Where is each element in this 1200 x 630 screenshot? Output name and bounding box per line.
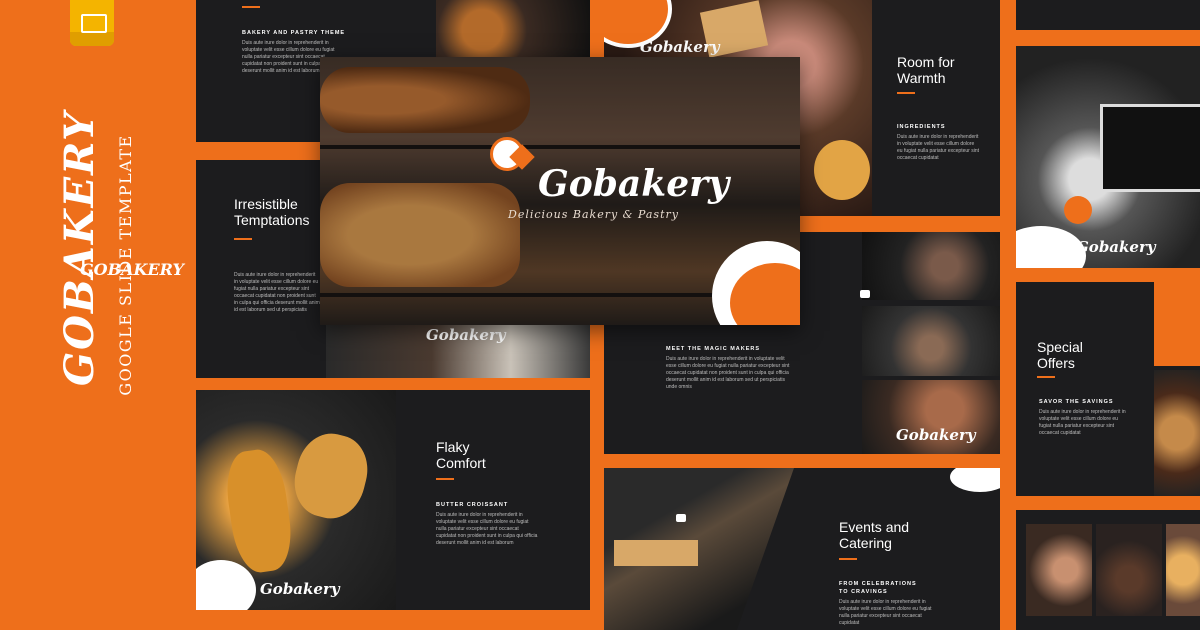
- cake-icon: [676, 514, 686, 522]
- events-label-1: FROM CELEBRATIONS: [839, 581, 917, 587]
- theme-label: BAKERY AND PASTRY THEME: [242, 30, 346, 36]
- accent-dash: [234, 238, 252, 240]
- dessert-photo: [1154, 370, 1200, 496]
- brand-subtitle: GOOGLE SLIDE TEMPLATE: [116, 134, 135, 396]
- cover-slide: Gobakery Delicious Bakery & Pastry: [320, 57, 800, 325]
- irresistible-title-1: Irresistible: [234, 196, 298, 212]
- google-slides-icon: [70, 0, 114, 46]
- slide-coffee: [1016, 510, 1200, 630]
- room-label: INGREDIENTS: [897, 124, 946, 130]
- special-text: Duis aute irure dolor in reprehenderit i…: [1039, 409, 1126, 436]
- events-text: Duis aute irure dolor in reprehenderit i…: [839, 599, 932, 626]
- makers-text: Duis aute irure dolor in reprehenderit i…: [666, 356, 790, 390]
- special-label: SAVOR THE SAVINGS: [1039, 399, 1114, 405]
- special-title-2: Offers: [1037, 355, 1075, 371]
- hand-photo: [1026, 524, 1092, 616]
- slide-special: Special Offers SAVOR THE SAVINGS Duis au…: [1016, 282, 1200, 496]
- slide-wordmark: Gobakery: [1076, 238, 1156, 256]
- coffee-photo: [1096, 524, 1162, 616]
- slide-device-top: [1016, 0, 1200, 30]
- flaky-label: BUTTER CROISSANT: [436, 502, 509, 508]
- events-label-2: TO CRAVINGS: [839, 589, 888, 595]
- accent-dash: [1037, 376, 1055, 378]
- waffle-photo: [1166, 524, 1200, 616]
- slide-wordmark: Gobakery: [640, 38, 720, 56]
- white-wave: [950, 468, 1000, 492]
- brand-title-text: GOBAKERY: [56, 110, 103, 386]
- slide-wordmark: Gobakery: [426, 326, 506, 344]
- brand-title-rotated: GOBAKERY: [56, 110, 103, 386]
- orange-ball: [1064, 196, 1092, 224]
- cover-tagline: Delicious Bakery & Pastry: [508, 208, 679, 221]
- events-title-1: Events and: [839, 519, 910, 535]
- room-text: Duis aute irure dolor in reprehenderit i…: [897, 134, 979, 161]
- baker-hands-photo: [862, 232, 1000, 300]
- room-title-2: Warmth: [897, 70, 946, 86]
- flaky-text: Duis aute irure dolor in reprehenderit i…: [436, 512, 538, 546]
- catering-photo: [604, 468, 794, 630]
- monitor-icon: [1100, 104, 1200, 192]
- makers-label: MEET THE MAGIC MAKERS: [666, 346, 761, 352]
- accent-block: [1154, 282, 1200, 366]
- slide-wordmark: Gobakery: [260, 580, 340, 598]
- brand-subtitle-rotated: GOOGLE SLIDE TEMPLATE: [116, 120, 135, 410]
- cover-wordmark: Gobakery: [538, 163, 729, 205]
- special-title-1: Special: [1037, 339, 1083, 355]
- slide-device: Gobakery: [1016, 46, 1200, 268]
- events-title-2: Catering: [839, 535, 892, 551]
- accent-dash: [242, 6, 260, 8]
- room-title-1: Room for: [897, 54, 955, 70]
- irresistible-text: Duis aute irure dolor in reprehenderit i…: [234, 272, 320, 313]
- bread-photo: [436, 0, 590, 60]
- flaky-title-2: Comfort: [436, 455, 486, 471]
- chef-photo: [862, 306, 1000, 376]
- brand-logo-icon: [490, 137, 535, 171]
- accent-dash: [897, 92, 915, 94]
- irresistible-title-2: Temptations: [234, 212, 310, 228]
- accent-dash: [436, 478, 454, 480]
- accent-dash: [839, 558, 857, 560]
- flaky-title-1: Flaky: [436, 439, 470, 455]
- slide-wordmark: Gobakery: [896, 426, 976, 444]
- slide-flaky: Gobakery Flaky Comfort BUTTER CROISSANT …: [196, 390, 590, 610]
- cake-icon: [860, 290, 870, 298]
- slide-events: Events and Catering FROM CELEBRATIONS TO…: [604, 468, 1000, 630]
